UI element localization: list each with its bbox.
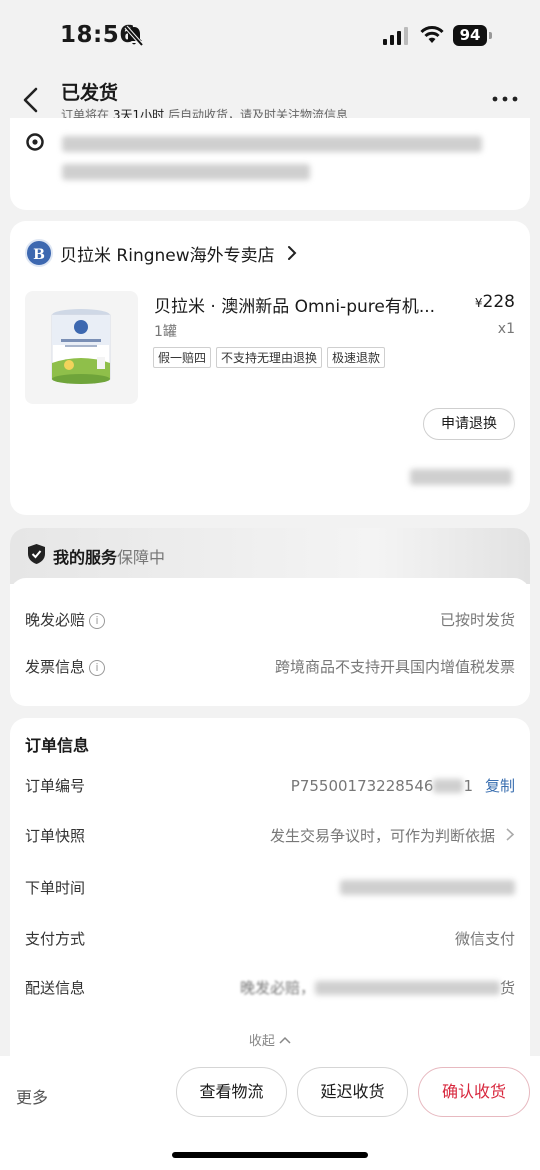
late-delivery-row: 晚发必赔 i 已按时发货: [25, 609, 515, 633]
order-time-redacted: [340, 880, 515, 895]
service-title-text: 我的服务: [53, 548, 118, 567]
order-number-text: P75500173228546: [290, 777, 434, 795]
order-number-value: P75500173228546 1 复制: [291, 775, 515, 796]
location-pin-icon: [26, 133, 44, 151]
confirm-receipt-button[interactable]: 确认收货: [418, 1067, 530, 1117]
service-title: 我的服务保障中: [53, 544, 165, 568]
back-arrow-icon[interactable]: [20, 86, 42, 114]
payment-method-row: 支付方式 微信支付: [25, 928, 515, 952]
delivery-info-value: 晚发必赔， 货: [240, 977, 515, 998]
price-value: 228: [482, 292, 515, 312]
address-line-redacted: [62, 136, 482, 152]
tag-fast-refund: 极速退款: [327, 347, 386, 368]
bell-muted-icon: [124, 25, 144, 47]
collapse-toggle[interactable]: 收起: [10, 1030, 530, 1049]
service-status: 保障中: [117, 548, 166, 567]
product-image[interactable]: [25, 291, 138, 404]
store-product-card: B 贝拉米 Ringnew海外专卖店 贝拉米 · 澳洲新品 Omni-pure有…: [10, 221, 530, 515]
chevron-right-icon: [506, 828, 515, 841]
chevron-right-icon[interactable]: [286, 244, 298, 262]
order-number-tail: 1: [463, 777, 473, 795]
payment-method-label: 支付方式: [25, 930, 86, 948]
info-icon[interactable]: i: [89, 613, 106, 629]
invoice-label: 发票信息: [25, 658, 86, 676]
delivery-info-prefix: 晚发必赔，: [239, 979, 315, 997]
chevron-up-icon: [279, 1036, 291, 1044]
product-tags: 假一赔四 不支持无理由退换 极速退款: [153, 347, 386, 368]
order-number-label: 订单编号: [25, 777, 86, 795]
order-snapshot-row[interactable]: 订单快照 发生交易争议时，可作为判断依据: [25, 825, 515, 849]
product-title[interactable]: 贝拉米 · 澳洲新品 Omni-pure有机...: [154, 292, 454, 317]
tag-no-free-return: 不支持无理由退换: [216, 347, 323, 368]
order-number-redacted: [433, 779, 464, 793]
product-quantity: x1: [497, 321, 515, 337]
delivery-info-suffix: 货: [499, 979, 515, 997]
collapse-label: 收起: [248, 1034, 275, 1049]
more-actions-link[interactable]: 更多: [16, 1084, 48, 1108]
product-spec: 1罐: [154, 324, 177, 340]
product-price: ¥228: [475, 292, 515, 312]
service-header: 我的服务保障中: [10, 528, 530, 584]
bottom-action-bar: 更多 查看物流 延迟收货 确认收货: [0, 1056, 540, 1170]
service-body: 晚发必赔 i 已按时发货 发票信息 i 跨境商品不支持开具国内增值税发票: [10, 578, 530, 706]
invoice-value: 跨境商品不支持开具国内增值税发票: [274, 658, 515, 676]
invoice-row: 发票信息 i 跨境商品不支持开具国内增值税发票: [25, 656, 515, 680]
wifi-icon: [420, 26, 444, 43]
currency-symbol: ¥: [474, 296, 483, 310]
delay-receipt-button[interactable]: 延迟收货: [297, 1067, 408, 1117]
payment-method-value: 微信支付: [454, 930, 515, 948]
info-icon[interactable]: i: [89, 660, 106, 676]
address-card[interactable]: [10, 118, 530, 210]
tag-fake-compensation: 假一赔四: [153, 347, 212, 368]
more-options-icon[interactable]: [490, 92, 520, 106]
page-title: 已发货: [61, 82, 119, 104]
row-label: 晚发必赔 i: [25, 609, 106, 630]
order-time-row: 下单时间: [25, 877, 515, 901]
late-delivery-label: 晚发必赔: [25, 611, 86, 629]
order-info-title: 订单信息: [25, 736, 90, 755]
delivery-info-row: 配送信息 晚发必赔， 货: [25, 977, 515, 1001]
order-time-label: 下单时间: [25, 879, 86, 897]
delivery-info-label: 配送信息: [25, 979, 86, 997]
refund-exchange-button[interactable]: 申请退换: [423, 408, 515, 440]
view-logistics-button[interactable]: 查看物流: [176, 1067, 287, 1117]
order-number-row: 订单编号 P75500173228546 1 复制: [25, 775, 515, 799]
formula-can-image: [51, 309, 111, 384]
order-snapshot-value: 发生交易争议时，可作为判断依据: [270, 825, 515, 846]
delivery-info-redacted: [314, 981, 500, 995]
row-label: 发票信息 i: [25, 656, 106, 677]
order-snapshot-label: 订单快照: [25, 827, 86, 845]
home-indicator: [172, 1152, 368, 1158]
service-card: 我的服务保障中 晚发必赔 i 已按时发货 发票信息 i 跨境商品不支持开具国内增值税…: [10, 528, 530, 706]
order-snapshot-text: 发生交易争议时，可作为判断依据: [269, 827, 495, 845]
late-delivery-value: 已按时发货: [439, 611, 515, 629]
shield-check-icon: [28, 544, 45, 564]
cellular-signal-icon: [383, 27, 408, 45]
battery-indicator: 94: [453, 25, 487, 46]
payment-detail-redacted[interactable]: [410, 469, 512, 485]
battery-tip: [489, 32, 492, 39]
address-line-redacted: [62, 164, 310, 180]
order-info-card: 订单信息 订单编号 P75500173228546 1 复制 订单快照 发生交易争议…: [10, 718, 530, 1063]
status-bar: 18:56 94: [0, 0, 540, 72]
store-name[interactable]: 贝拉米 Ringnew海外专卖店: [60, 241, 275, 266]
store-logo: B: [25, 239, 53, 267]
copy-order-number-button[interactable]: 复制: [485, 777, 515, 795]
